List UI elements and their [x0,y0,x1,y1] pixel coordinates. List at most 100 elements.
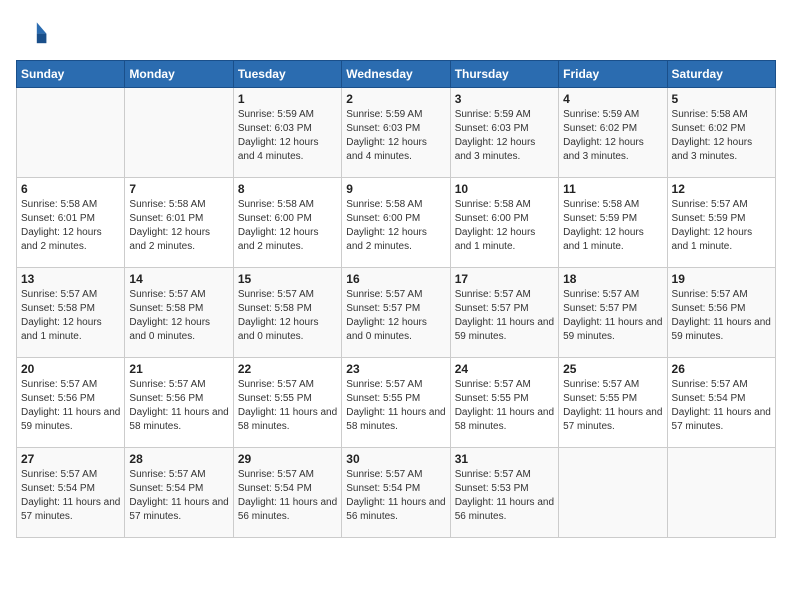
header-cell-wednesday: Wednesday [342,61,450,88]
day-info: Sunrise: 5:57 AM Sunset: 5:57 PM Dayligh… [346,288,445,344]
calendar-cell: 16 Sunrise: 5:57 AM Sunset: 5:57 PM Dayli… [342,268,450,358]
day-info: Sunrise: 5:57 AM Sunset: 5:53 PM Dayligh… [455,468,554,524]
calendar-cell [125,88,233,178]
calendar-cell [559,448,667,538]
day-number: 19 [672,272,771,286]
calendar-body: 1 Sunrise: 5:59 AM Sunset: 6:03 PM Daylig… [17,88,776,538]
calendar-cell: 14 Sunrise: 5:57 AM Sunset: 5:58 PM Dayli… [125,268,233,358]
calendar-cell: 23 Sunrise: 5:57 AM Sunset: 5:55 PM Dayli… [342,358,450,448]
day-number: 20 [21,362,120,376]
day-number: 28 [129,452,228,466]
day-info: Sunrise: 5:59 AM Sunset: 6:02 PM Dayligh… [563,108,662,164]
day-info: Sunrise: 5:57 AM Sunset: 5:56 PM Dayligh… [129,378,228,434]
calendar-cell: 2 Sunrise: 5:59 AM Sunset: 6:03 PM Daylig… [342,88,450,178]
day-number: 6 [21,182,120,196]
day-info: Sunrise: 5:57 AM Sunset: 5:54 PM Dayligh… [238,468,337,524]
day-info: Sunrise: 5:57 AM Sunset: 5:56 PM Dayligh… [672,288,771,344]
calendar-cell: 12 Sunrise: 5:57 AM Sunset: 5:59 PM Dayli… [667,178,775,268]
calendar-cell: 18Sunrise: 5:57 AM Sunset: 5:57 PM Dayli… [559,268,667,358]
day-number: 31 [455,452,554,466]
calendar-cell: 29 Sunrise: 5:57 AM Sunset: 5:54 PM Dayli… [233,448,341,538]
day-info: Sunrise: 5:58 AM Sunset: 6:00 PM Dayligh… [455,198,554,254]
page-header [16,16,776,48]
day-number: 1 [238,92,337,106]
day-number: 24 [455,362,554,376]
day-number: 12 [672,182,771,196]
calendar-cell: 24 Sunrise: 5:57 AM Sunset: 5:55 PM Dayli… [450,358,558,448]
day-number: 2 [346,92,445,106]
day-number: 5 [672,92,771,106]
day-info: Sunrise: 5:57 AM Sunset: 5:58 PM Dayligh… [129,288,228,344]
day-info: Sunrise: 5:57 AM Sunset: 5:58 PM Dayligh… [238,288,337,344]
day-number: 17 [455,272,554,286]
calendar-cell: 28 Sunrise: 5:57 AM Sunset: 5:54 PM Dayli… [125,448,233,538]
calendar-cell: 10 Sunrise: 5:58 AM Sunset: 6:00 PM Dayli… [450,178,558,268]
day-info: Sunrise: 5:58 AM Sunset: 6:02 PM Dayligh… [672,108,771,164]
calendar-cell [17,88,125,178]
calendar-cell: 7 Sunrise: 5:58 AM Sunset: 6:01 PM Daylig… [125,178,233,268]
day-info: Sunrise: 5:58 AM Sunset: 5:59 PM Dayligh… [563,198,662,254]
calendar-cell: 9Sunrise: 5:58 AM Sunset: 6:00 PM Daylig… [342,178,450,268]
day-info: Sunrise: 5:59 AM Sunset: 6:03 PM Dayligh… [346,108,445,164]
day-info: Sunrise: 5:57 AM Sunset: 5:58 PM Dayligh… [21,288,120,344]
day-number: 11 [563,182,662,196]
day-number: 7 [129,182,228,196]
day-info: Sunrise: 5:59 AM Sunset: 6:03 PM Dayligh… [238,108,337,164]
calendar-cell: 5 Sunrise: 5:58 AM Sunset: 6:02 PM Daylig… [667,88,775,178]
day-number: 13 [21,272,120,286]
week-row-3: 13 Sunrise: 5:57 AM Sunset: 5:58 PM Dayli… [17,268,776,358]
calendar-cell: 13 Sunrise: 5:57 AM Sunset: 5:58 PM Dayli… [17,268,125,358]
day-number: 23 [346,362,445,376]
header-cell-tuesday: Tuesday [233,61,341,88]
day-info: Sunrise: 5:57 AM Sunset: 5:55 PM Dayligh… [563,378,662,434]
calendar-cell: 31 Sunrise: 5:57 AM Sunset: 5:53 PM Dayli… [450,448,558,538]
week-row-2: 6 Sunrise: 5:58 AM Sunset: 6:01 PM Daylig… [17,178,776,268]
day-info: Sunrise: 5:57 AM Sunset: 5:55 PM Dayligh… [455,378,554,434]
day-number: 21 [129,362,228,376]
day-info: Sunrise: 5:58 AM Sunset: 6:01 PM Dayligh… [129,198,228,254]
day-number: 3 [455,92,554,106]
calendar-cell: 11 Sunrise: 5:58 AM Sunset: 5:59 PM Dayli… [559,178,667,268]
calendar-cell: 3Sunrise: 5:59 AM Sunset: 6:03 PM Daylig… [450,88,558,178]
day-info: Sunrise: 5:57 AM Sunset: 5:59 PM Dayligh… [672,198,771,254]
calendar-header: SundayMondayTuesdayWednesdayThursdayFrid… [17,61,776,88]
calendar-cell [667,448,775,538]
calendar-table: SundayMondayTuesdayWednesdayThursdayFrid… [16,60,776,538]
day-number: 29 [238,452,337,466]
day-number: 15 [238,272,337,286]
calendar-cell: 19 Sunrise: 5:57 AM Sunset: 5:56 PM Dayli… [667,268,775,358]
header-cell-saturday: Saturday [667,61,775,88]
week-row-1: 1 Sunrise: 5:59 AM Sunset: 6:03 PM Daylig… [17,88,776,178]
day-number: 16 [346,272,445,286]
calendar-cell: 4 Sunrise: 5:59 AM Sunset: 6:02 PM Daylig… [559,88,667,178]
day-number: 26 [672,362,771,376]
calendar-cell: 17Sunrise: 5:57 AM Sunset: 5:57 PM Dayli… [450,268,558,358]
calendar-cell: 8Sunrise: 5:58 AM Sunset: 6:00 PM Daylig… [233,178,341,268]
logo-icon [16,16,48,48]
day-number: 25 [563,362,662,376]
week-row-5: 27Sunrise: 5:57 AM Sunset: 5:54 PM Dayli… [17,448,776,538]
day-info: Sunrise: 5:57 AM Sunset: 5:55 PM Dayligh… [346,378,445,434]
day-info: Sunrise: 5:58 AM Sunset: 6:00 PM Dayligh… [238,198,337,254]
day-number: 22 [238,362,337,376]
calendar-cell: 20 Sunrise: 5:57 AM Sunset: 5:56 PM Dayli… [17,358,125,448]
calendar-cell: 21 Sunrise: 5:57 AM Sunset: 5:56 PM Dayli… [125,358,233,448]
header-cell-friday: Friday [559,61,667,88]
day-info: Sunrise: 5:57 AM Sunset: 5:54 PM Dayligh… [672,378,771,434]
header-cell-sunday: Sunday [17,61,125,88]
calendar-cell: 15 Sunrise: 5:57 AM Sunset: 5:58 PM Dayli… [233,268,341,358]
calendar-cell: 26 Sunrise: 5:57 AM Sunset: 5:54 PM Dayli… [667,358,775,448]
week-row-4: 20 Sunrise: 5:57 AM Sunset: 5:56 PM Dayli… [17,358,776,448]
logo [16,16,52,48]
day-info: Sunrise: 5:58 AM Sunset: 6:01 PM Dayligh… [21,198,120,254]
day-info: Sunrise: 5:57 AM Sunset: 5:54 PM Dayligh… [129,468,228,524]
day-number: 14 [129,272,228,286]
calendar-cell: 1 Sunrise: 5:59 AM Sunset: 6:03 PM Daylig… [233,88,341,178]
day-number: 4 [563,92,662,106]
day-info: Sunrise: 5:57 AM Sunset: 5:54 PM Dayligh… [21,468,120,524]
day-info: Sunrise: 5:57 AM Sunset: 5:54 PM Dayligh… [346,468,445,524]
calendar-cell: 22Sunrise: 5:57 AM Sunset: 5:55 PM Dayli… [233,358,341,448]
day-info: Sunrise: 5:57 AM Sunset: 5:56 PM Dayligh… [21,378,120,434]
day-number: 9 [346,182,445,196]
day-number: 10 [455,182,554,196]
